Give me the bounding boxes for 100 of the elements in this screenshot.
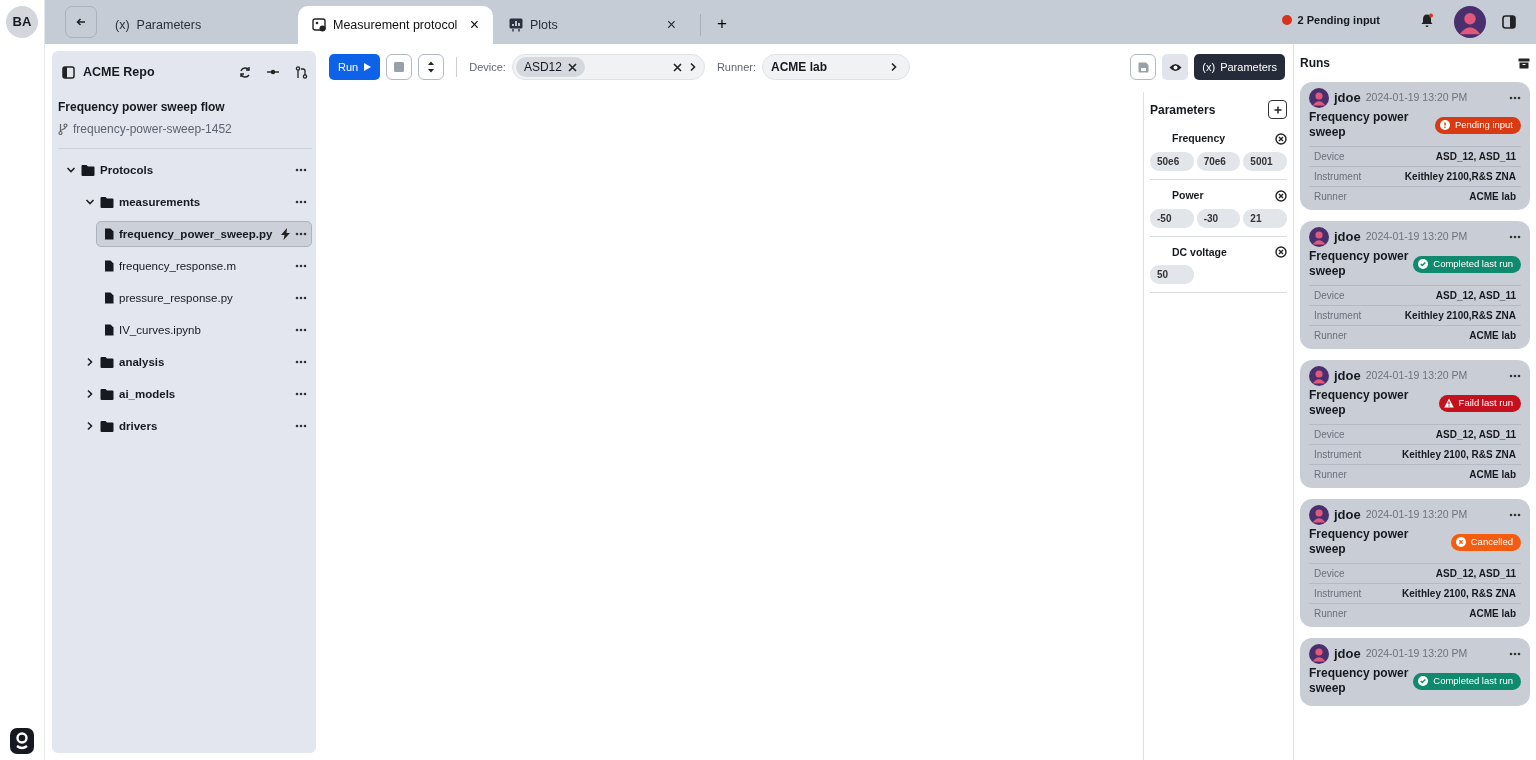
back-button[interactable] [65,6,97,38]
value-field[interactable]: -30 [1196,208,1241,228]
run-card[interactable]: jdoe 2024-01-19 13:20 PM Frequency power sweep Cancelled Device ASD_12, ASD_11 Instrument Keithley 2100, R&S ZNA Runner ACME lab [1300,499,1530,627]
variable-icon: (x) [115,15,130,35]
avatar-icon [1309,644,1329,664]
more-icon[interactable] [295,295,307,300]
field-value: ASD_12, ASD_11 [1435,289,1516,302]
value-field[interactable]: -50 [1150,208,1194,228]
run-time: 2024-01-19 13:20 PM [1365,646,1468,662]
user-avatar[interactable]: BA [6,6,38,38]
tree-item[interactable]: frequency_response.m [96,252,312,279]
tree-item[interactable]: pressure_response.py [96,284,312,311]
tree-item[interactable]: frequency_power_sweep.py [96,220,312,247]
save-button[interactable] [1130,54,1157,80]
more-icon[interactable] [295,167,307,172]
run-card[interactable]: jdoe 2024-01-19 13:20 PM Frequency power sweep Pending input Device ASD_12, ASD_11 Instrument Keithley 2100,R&S ZNA Runner ACME lab [1300,82,1530,210]
runner-field[interactable]: ACME lab [762,54,910,80]
close-tab-button[interactable]: × [666,17,676,33]
more-icon[interactable] [1509,513,1521,517]
value-field[interactable]: 50e6 [1150,151,1194,171]
tree-item[interactable]: Protocols [58,156,312,183]
more-icon[interactable] [1509,652,1521,656]
more-icon[interactable] [1509,235,1521,239]
run-card[interactable]: jdoe 2024-01-19 13:20 PM Frequency power sweep Faild last run Device ASD_12, ASD_11 Instrument Keithley 2100, R&S ZNA Runner ACME lab [1300,360,1530,488]
tree-item[interactable]: analysis [58,348,312,375]
status-badge: Faild last run [1438,394,1521,412]
device-field[interactable]: ASD12 [511,54,705,80]
chevron-right-icon[interactable] [889,62,899,72]
chevron-right-icon[interactable] [85,420,95,431]
archive-icon[interactable] [1518,57,1530,69]
more-icon[interactable] [1509,96,1521,100]
image-icon [312,18,326,32]
tree-item-label: frequency_power_sweep.py [119,226,274,242]
tab[interactable]: Plots × [495,6,690,44]
tree-item[interactable]: drivers [58,412,312,439]
chevron-right-icon[interactable] [85,388,95,399]
tab[interactable]: (x) Parameters [101,6,296,44]
parameters-button[interactable]: (x) Parameters [1194,54,1285,80]
tree-item[interactable]: ai_models [58,380,312,407]
folder-icon [100,195,114,208]
more-icon[interactable] [295,359,307,364]
more-icon[interactable] [295,423,307,428]
run-button[interactable]: Run [329,54,381,80]
sidebar-icon[interactable] [62,65,75,79]
user-avatar[interactable] [1454,6,1486,38]
tree-item-label: frequency_response.m [119,258,237,274]
tab[interactable]: Measurement protocol × [298,6,493,44]
lightning-icon[interactable] [281,227,290,240]
run-title: Frequency power sweep [1309,110,1410,140]
panel-toggle-icon[interactable] [1502,15,1516,29]
eye-icon [1168,62,1182,72]
pull-request-icon[interactable] [295,65,308,79]
new-tab-button[interactable]: + [709,10,735,36]
more-icon[interactable] [295,391,307,396]
field-label: Instrument [1314,448,1362,461]
app-logo-icon[interactable] [10,728,34,754]
field-value: ACME lab [1469,607,1516,620]
repo-name: ACME Repo [83,64,156,81]
value-field[interactable]: 21 [1243,208,1287,228]
more-icon[interactable] [295,263,307,268]
close-tab-button[interactable]: × [469,17,479,33]
stop-button[interactable] [386,54,413,80]
field-value: ASD_12, ASD_11 [1435,428,1516,441]
user-name: jdoe [1334,89,1361,108]
close-icon[interactable] [567,62,577,72]
field-label: Instrument [1314,587,1362,600]
value-field[interactable]: 50 [1150,265,1194,285]
remove-icon[interactable] [1275,246,1287,259]
refresh-icon[interactable] [239,66,251,79]
status-badge: Cancelled [1450,533,1521,551]
more-icon[interactable] [1509,374,1521,378]
value-field[interactable]: 70e6 [1196,151,1241,171]
chart-icon [509,18,523,32]
tree-item[interactable]: measurements [58,188,312,215]
tree-item[interactable]: IV_curves.ipynb [96,316,312,343]
branch-name: frequency-power-sweep-1452 [73,120,232,138]
run-card[interactable]: jdoe 2024-01-19 13:20 PM Frequency power sweep Completed last run Device ASD_12, ASD_11 Instrument Keithley 2100,R&S ZNA Runner ACME lab [1300,221,1530,349]
tab-label: Plots [530,16,558,34]
device-chip[interactable]: ASD12 [515,57,585,77]
pending-input-label[interactable]: 2 Pending input [1297,11,1380,28]
bell-icon[interactable] [1420,13,1434,28]
preview-button[interactable] [1162,54,1189,80]
field-value: Keithley 2100, R&S ZNA [1402,448,1516,461]
run-card[interactable]: jdoe 2024-01-19 13:20 PM Frequency power sweep Completed last run [1300,638,1530,706]
more-icon[interactable] [295,199,307,204]
chevron-right-icon[interactable] [85,356,95,367]
remove-icon[interactable] [1275,189,1287,202]
reorder-button[interactable] [418,54,445,80]
runner-label: Runner: [716,59,756,75]
file-icon [104,259,114,272]
close-icon[interactable] [672,62,682,72]
run-time: 2024-01-19 13:20 PM [1365,90,1468,106]
add-button[interactable] [1268,100,1287,119]
field-label: Device [1314,289,1345,302]
more-icon[interactable] [295,327,307,332]
more-icon[interactable] [295,231,307,236]
avatar-icon [1309,366,1329,386]
run-title: Frequency power sweep [1309,527,1410,557]
value-field[interactable]: 5001 [1243,151,1287,171]
remove-icon[interactable] [1275,132,1287,145]
